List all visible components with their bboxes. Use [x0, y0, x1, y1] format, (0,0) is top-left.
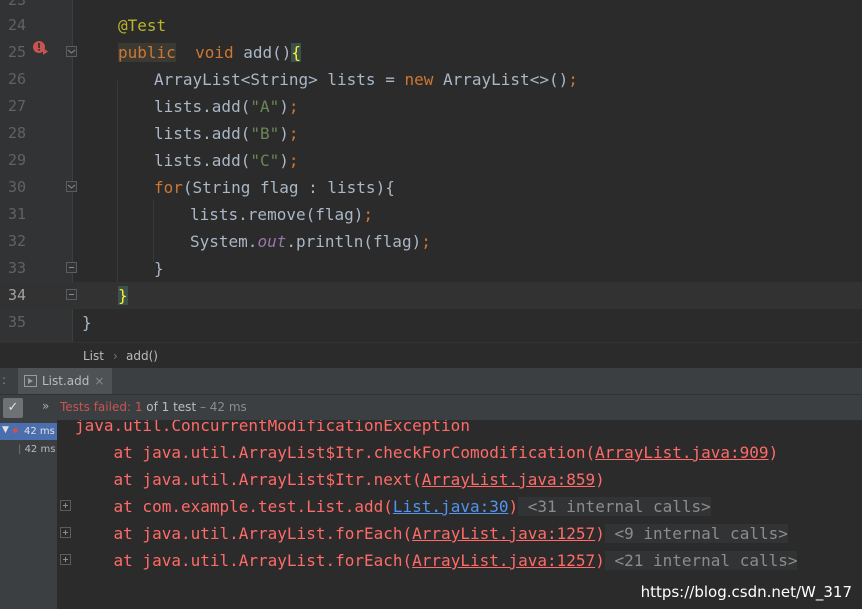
code-editor[interactable]: 23 24 @Test 25 public void add(){ 26 Arr… [0, 0, 862, 342]
line-number: 30 [7, 178, 26, 196]
expand-icon[interactable]: » [42, 399, 49, 413]
test-duration: 42 ms [24, 426, 55, 437]
test-tree-row-root[interactable]: ▼ 42 ms [0, 423, 57, 440]
code-line[interactable]: 27 lists.add("A"); [0, 93, 862, 120]
code-line[interactable]: 35 } [0, 309, 862, 336]
line-number: 35 [7, 313, 26, 331]
fold-marker-icon[interactable] [66, 46, 77, 57]
breadcrumb-class[interactable]: List [83, 349, 104, 363]
code-line[interactable]: 33 } [0, 255, 862, 282]
code-text: } [154, 259, 164, 278]
tab-run-list-add[interactable]: List.add × [18, 368, 113, 394]
breadcrumb-method[interactable]: add() [126, 349, 158, 363]
run-config-icon [24, 375, 37, 387]
line-number: 31 [7, 205, 26, 223]
watermark-text: https://blog.csdn.net/W_317 [640, 583, 852, 601]
code-text: lists.add("B"); [154, 124, 299, 143]
code-line[interactable]: 29 lists.add("C"); [0, 147, 862, 174]
test-console-output[interactable]: java.util.ConcurrentModificationExceptio… [57, 420, 862, 609]
code-text: for(String flag : lists){ [154, 178, 395, 197]
breadcrumb-separator: › [113, 349, 118, 363]
chevron-down-icon[interactable]: ▼ [2, 425, 9, 435]
expand-calls-icon[interactable] [60, 527, 71, 538]
code-text: public void add(){ [118, 43, 302, 62]
fold-marker-icon[interactable] [66, 181, 77, 192]
code-line[interactable]: 32 System.out.println(flag); [0, 228, 862, 255]
test-status-text: Tests failed: 1 of 1 test – 42 ms [60, 400, 247, 414]
source-link[interactable]: ArrayList.java:1257 [412, 551, 595, 570]
code-text: } [82, 313, 92, 332]
expand-calls-icon[interactable] [60, 500, 71, 511]
line-number: 26 [7, 70, 26, 88]
code-text: } [118, 286, 128, 305]
fold-collapse-icon[interactable] [66, 262, 77, 273]
source-link[interactable]: ArrayList.java:859 [422, 470, 595, 489]
code-line[interactable]: 28 lists.add("B"); [0, 120, 862, 147]
code-line-current[interactable]: 34 } [0, 282, 862, 309]
stacktrace-line: at java.util.ArrayList$Itr.checkForComod… [75, 443, 779, 462]
tabs-overflow-icon[interactable]: : [2, 373, 6, 387]
line-number: 27 [7, 97, 26, 115]
tree-branch-icon: | [18, 444, 22, 455]
code-text: System.out.println(flag); [190, 232, 431, 251]
source-link[interactable]: ArrayList.java:909 [595, 443, 768, 462]
stacktrace-line: at java.util.ArrayList.forEach(ArrayList… [75, 524, 788, 543]
code-line[interactable]: 26 ArrayList<String> lists = new ArrayLi… [0, 66, 862, 93]
code-text: lists.add("A"); [154, 97, 299, 116]
test-tree-row-child[interactable]: | 42 ms [18, 444, 55, 455]
code-line[interactable]: 31 lists.remove(flag); [0, 201, 862, 228]
code-text: lists.remove(flag); [190, 205, 374, 224]
line-number: 32 [7, 232, 26, 250]
line-number: 25 [7, 43, 26, 61]
code-line[interactable]: 24 @Test [0, 12, 862, 39]
show-passed-toggle-button[interactable]: ✓ [3, 398, 23, 418]
line-number: 34 [7, 286, 26, 304]
stacktrace-line: at java.util.ArrayList$Itr.next(ArrayLis… [75, 470, 605, 489]
line-number: 28 [7, 124, 26, 142]
code-text: ArrayList<String> lists = new ArrayList<… [154, 70, 578, 89]
stacktrace-line: at com.example.test.List.add(List.java:3… [75, 497, 711, 516]
internal-calls-fold[interactable]: <31 internal calls> [518, 497, 711, 516]
code-line[interactable]: 25 public void add(){ [0, 39, 862, 66]
internal-calls-fold[interactable]: <21 internal calls> [604, 551, 798, 570]
run-tool-tabs: : List.add × [0, 368, 862, 395]
source-link[interactable]: List.java:30 [393, 497, 509, 516]
line-number: 24 [7, 16, 26, 34]
code-line[interactable]: 30 for(String flag : lists){ [0, 174, 862, 201]
stacktrace-line: at java.util.ArrayList.forEach(ArrayList… [75, 551, 798, 570]
line-number: 33 [7, 259, 26, 277]
test-status-bar: ✓ » Tests failed: 1 of 1 test – 42 ms [0, 395, 862, 420]
test-tree: ▼ 42 ms | 42 ms [0, 420, 57, 609]
breadcrumb: List › add() [0, 342, 862, 369]
source-link[interactable]: ArrayList.java:1257 [412, 524, 595, 543]
failed-status-icon [13, 428, 18, 433]
fold-collapse-icon[interactable] [66, 289, 77, 300]
test-failed-run-icon[interactable] [32, 40, 48, 56]
line-number: 29 [7, 151, 26, 169]
internal-calls-fold[interactable]: <9 internal calls> [604, 524, 788, 543]
exception-line: java.util.ConcurrentModificationExceptio… [75, 420, 470, 435]
tab-label: List.add [42, 374, 90, 388]
code-text: lists.add("C"); [154, 151, 299, 170]
code-text: @Test [118, 16, 167, 35]
expand-calls-icon[interactable] [60, 554, 71, 565]
test-duration: 42 ms [24, 444, 56, 455]
close-icon[interactable]: × [94, 374, 104, 388]
